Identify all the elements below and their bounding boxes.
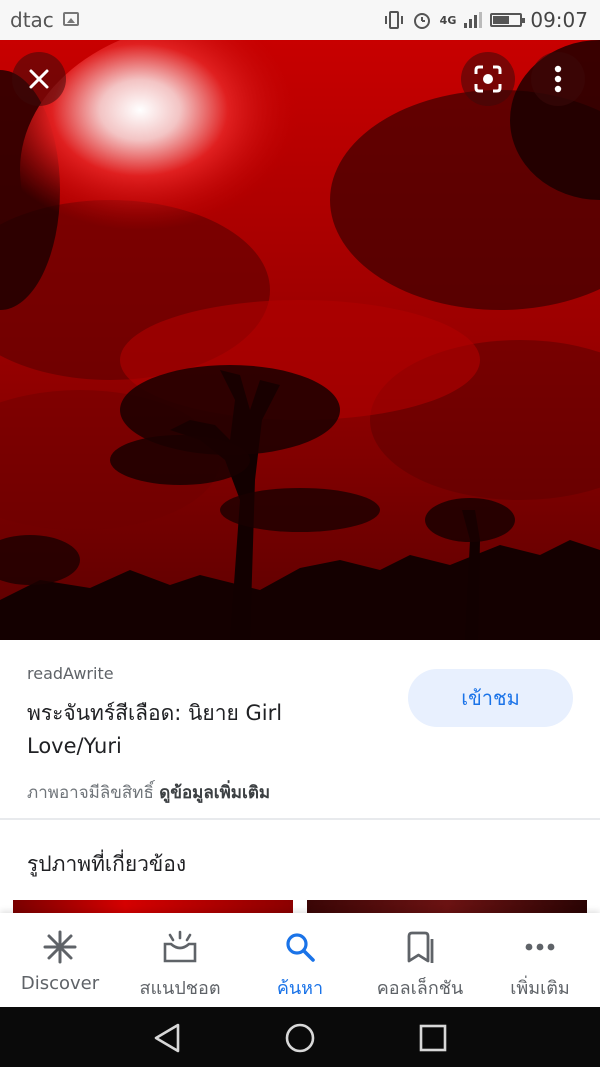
status-time: 09:07 — [530, 8, 588, 32]
nav-label: ค้นหา — [276, 978, 324, 999]
nav-search[interactable]: ค้นหา — [240, 913, 360, 1007]
vibrate-icon — [384, 11, 403, 29]
gallery-notification-icon — [63, 12, 79, 26]
battery-icon — [490, 13, 526, 27]
copyright-notice: ภาพอาจมีลิขสิทธิ์ ดูข้อมูลเพิ่มเติม — [27, 779, 270, 806]
lens-icon — [474, 65, 502, 93]
result-image[interactable] — [0, 40, 600, 640]
more-horiz-icon — [525, 943, 555, 951]
nav-snapshot[interactable]: สแนปชอต — [120, 913, 240, 1007]
asterisk-icon — [43, 930, 77, 964]
visit-button[interactable]: เข้าชม — [408, 669, 573, 727]
status-icons: 4G 09:07 — [384, 6, 588, 34]
collections-icon — [407, 931, 434, 963]
more-options-button[interactable] — [531, 52, 585, 106]
status-bar: dtac 4G 09:07 — [0, 0, 600, 40]
snapshot-icon — [163, 930, 197, 963]
recents-button[interactable] — [416, 1021, 450, 1055]
result-title[interactable]: พระจันทร์สีเลือด: นิยาย Girl Love/Yuri — [27, 697, 367, 763]
system-navigation-bar — [0, 1007, 600, 1067]
bottom-navigation: Discover สแนปชอต ค้นหา คอลเล็กชัน เพิ่มเ… — [0, 913, 600, 1007]
result-info-panel: readAwrite พระจันทร์สีเลือด: นิยาย Girl … — [0, 640, 600, 818]
back-button[interactable] — [150, 1021, 184, 1055]
home-button[interactable] — [283, 1021, 317, 1055]
home-circle-icon — [285, 1023, 315, 1053]
nav-discover[interactable]: Discover — [0, 913, 120, 1007]
related-images-heading: รูปภาพที่เกี่ยวข้อง — [27, 852, 187, 876]
nav-label: คอลเล็กชัน — [376, 978, 464, 999]
more-vert-icon — [554, 65, 562, 93]
signal-icon — [464, 12, 483, 28]
blood-moon-picture — [0, 40, 600, 640]
close-button[interactable] — [12, 52, 66, 106]
alarm-icon — [413, 13, 430, 29]
section-divider — [0, 818, 600, 820]
network-type: 4G — [439, 13, 457, 27]
recents-square-icon — [419, 1024, 447, 1052]
nav-label: สแนปชอต — [139, 978, 221, 999]
nav-more[interactable]: เพิ่มเติม — [480, 913, 600, 1007]
copyright-text: ภาพอาจมีลิขสิทธิ์ — [27, 783, 154, 803]
back-triangle-icon — [154, 1023, 180, 1053]
source-site[interactable]: readAwrite — [27, 664, 114, 683]
nav-label: Discover — [20, 973, 100, 994]
lens-search-button[interactable] — [461, 52, 515, 106]
nav-collections[interactable]: คอลเล็กชัน — [360, 913, 480, 1007]
search-icon — [286, 933, 315, 962]
carrier-name: dtac — [10, 8, 54, 32]
more-info-link[interactable]: ดูข้อมูลเพิ่มเติม — [159, 783, 270, 803]
nav-label: เพิ่มเติม — [510, 978, 570, 999]
close-icon — [29, 69, 49, 89]
